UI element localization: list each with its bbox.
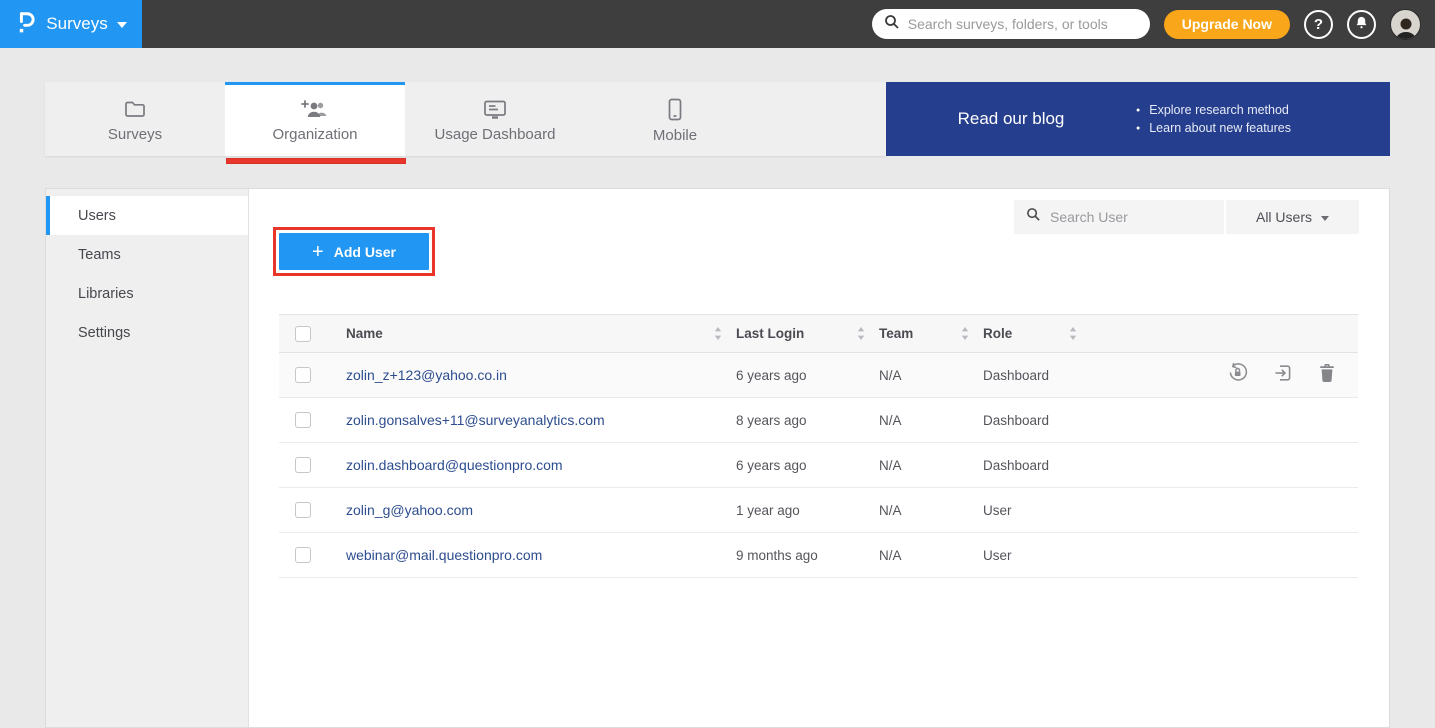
column-header-last-login: Last Login: [736, 326, 804, 341]
search-icon: [884, 14, 900, 35]
plus-icon: +: [312, 242, 324, 262]
role-value: User: [983, 503, 1012, 518]
tab-label: Mobile: [653, 127, 697, 144]
sort-icon[interactable]: [857, 327, 865, 340]
banner-bullet: Explore research method: [1136, 103, 1291, 117]
team-value: N/A: [879, 503, 902, 518]
global-search[interactable]: [872, 9, 1150, 39]
notifications-button[interactable]: [1347, 10, 1376, 39]
org-sidebar: Users Teams Libraries Settings: [46, 189, 249, 727]
sidebar-item-teams[interactable]: Teams: [46, 235, 248, 274]
add-people-icon: [301, 98, 329, 120]
add-user-button[interactable]: + Add User: [279, 233, 429, 270]
role-value: User: [983, 548, 1012, 563]
chevron-down-icon: [117, 22, 127, 28]
delete-user-icon[interactable]: [1318, 363, 1336, 388]
search-user-box[interactable]: [1014, 200, 1224, 234]
tab-label: Organization: [272, 126, 357, 143]
banner-bullet-list: Explore research method Learn about new …: [1136, 99, 1291, 139]
tab-usage-dashboard[interactable]: Usage Dashboard: [405, 82, 585, 156]
organization-panel: Users Teams Libraries Settings + Add Use…: [45, 188, 1390, 728]
folder-icon: [123, 98, 147, 120]
role-value: Dashboard: [983, 458, 1049, 473]
tabs-zone: Surveys Organization: [45, 82, 886, 156]
reset-password-icon[interactable]: [1227, 362, 1248, 388]
app-root: Surveys Upgrade Now ?: [0, 0, 1435, 728]
table-row: zolin.dashboard@questionpro.com 6 years …: [279, 443, 1358, 488]
tab-surveys[interactable]: Surveys: [45, 82, 225, 156]
column-header-role: Role: [983, 326, 1012, 341]
global-search-input[interactable]: [908, 16, 1128, 32]
team-value: N/A: [879, 548, 902, 563]
table-row: zolin.gonsalves+11@surveyanalytics.com 8…: [279, 398, 1358, 443]
sort-icon[interactable]: [961, 327, 969, 340]
row-checkbox[interactable]: [295, 457, 311, 473]
tab-mobile[interactable]: Mobile: [585, 82, 765, 156]
user-email-link[interactable]: webinar@mail.questionpro.com: [346, 547, 542, 563]
search-icon: [1026, 207, 1041, 227]
banner-bullet: Learn about new features: [1136, 121, 1291, 135]
all-users-filter-dropdown[interactable]: All Users: [1226, 200, 1359, 234]
select-all-checkbox[interactable]: [295, 326, 311, 342]
organization-tab-annotation: [226, 158, 406, 164]
user-email-link[interactable]: zolin.dashboard@questionpro.com: [346, 457, 563, 473]
user-email-link[interactable]: zolin_z+123@yahoo.co.in: [346, 367, 507, 383]
last-login-value: 6 years ago: [736, 368, 807, 383]
login-as-user-icon[interactable]: [1273, 363, 1293, 388]
sort-icon[interactable]: [714, 327, 722, 340]
product-name: Surveys: [46, 14, 107, 34]
user-avatar[interactable]: [1390, 9, 1421, 40]
questionpro-logo-icon: [15, 9, 37, 40]
team-value: N/A: [879, 368, 902, 383]
users-table: Name Last Login Team Role: [279, 314, 1358, 578]
add-user-annotation-box: + Add User: [273, 227, 435, 276]
row-checkbox[interactable]: [295, 547, 311, 563]
last-login-value: 6 years ago: [736, 458, 807, 473]
topbar-actions: Upgrade Now ?: [872, 9, 1435, 40]
top-bar: Surveys Upgrade Now ?: [0, 0, 1435, 48]
sidebar-item-libraries[interactable]: Libraries: [46, 274, 248, 313]
help-button[interactable]: ?: [1304, 10, 1333, 39]
column-header-name: Name: [346, 326, 383, 341]
mobile-icon: [668, 98, 682, 121]
team-value: N/A: [879, 458, 902, 473]
tab-label: Surveys: [108, 126, 162, 143]
bell-icon: [1354, 15, 1369, 34]
table-row: zolin_z+123@yahoo.co.in 6 years ago N/A …: [279, 353, 1358, 398]
last-login-value: 1 year ago: [736, 503, 800, 518]
section-tabs: Surveys Organization: [45, 82, 1390, 156]
row-checkbox[interactable]: [295, 367, 311, 383]
product-switcher[interactable]: Surveys: [0, 0, 142, 48]
banner-title: Read our blog: [886, 109, 1136, 129]
table-row: webinar@mail.questionpro.com 9 months ag…: [279, 533, 1358, 578]
sidebar-item-users[interactable]: Users: [46, 196, 248, 235]
row-checkbox[interactable]: [295, 412, 311, 428]
last-login-value: 9 months ago: [736, 548, 818, 563]
sidebar-item-settings[interactable]: Settings: [46, 313, 248, 352]
tab-label: Usage Dashboard: [435, 126, 556, 143]
row-checkbox[interactable]: [295, 502, 311, 518]
chevron-down-icon: [1321, 216, 1329, 221]
question-mark-icon: ?: [1314, 16, 1323, 33]
table-row: zolin_g@yahoo.com 1 year ago N/A User: [279, 488, 1358, 533]
blog-banner[interactable]: Read our blog Explore research method Le…: [886, 82, 1390, 156]
tab-organization[interactable]: Organization: [225, 82, 405, 156]
upgrade-now-button[interactable]: Upgrade Now: [1164, 10, 1290, 39]
role-value: Dashboard: [983, 413, 1049, 428]
team-value: N/A: [879, 413, 902, 428]
last-login-value: 8 years ago: [736, 413, 807, 428]
sort-icon[interactable]: [1069, 327, 1077, 340]
user-email-link[interactable]: zolin.gonsalves+11@surveyanalytics.com: [346, 412, 605, 428]
user-email-link[interactable]: zolin_g@yahoo.com: [346, 502, 473, 518]
search-user-input[interactable]: [1050, 209, 1210, 225]
column-header-team: Team: [879, 326, 913, 341]
dashboard-icon: [482, 98, 508, 120]
table-header-row: Name Last Login Team Role: [279, 314, 1358, 353]
role-value: Dashboard: [983, 368, 1049, 383]
